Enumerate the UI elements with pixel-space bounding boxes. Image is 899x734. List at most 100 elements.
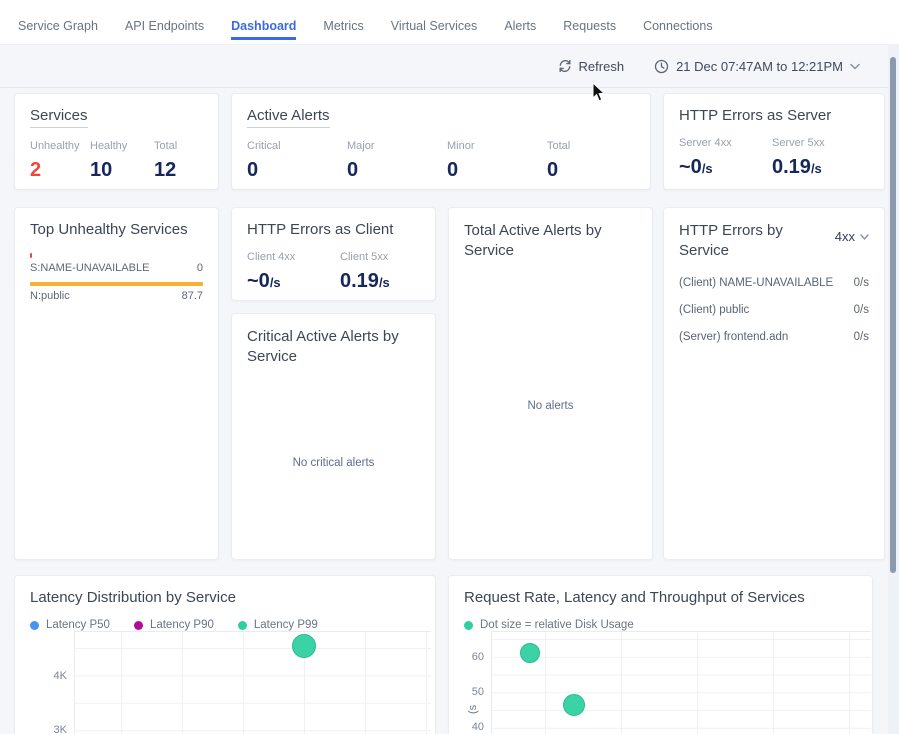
legend-label: Latency P99 <box>254 619 318 631</box>
legend-dot-icon <box>238 621 247 630</box>
legend-label: Latency P90 <box>150 619 214 631</box>
critical-alerts-card: Critical Active Alerts by Service No cri… <box>231 313 436 560</box>
tab-service-graph[interactable]: Service Graph <box>18 0 98 37</box>
total-alerts-card: Total Active Alerts by Service No alerts <box>448 207 653 560</box>
unhealthy-bar-row: N:public 87.7 <box>30 282 203 302</box>
stat-server-5xx: Server 5xx 0.19/s <box>772 137 825 179</box>
stat-server-4xx: Server 4xx ~0/s <box>679 137 772 179</box>
stat-value: 0 <box>547 159 570 182</box>
stat-number: ~0 <box>247 270 270 292</box>
latency-scatter-plot: 4K3K <box>74 631 431 734</box>
y-axis-tick: 50 <box>472 686 484 698</box>
stat-label: Healthy <box>90 140 154 152</box>
tab-alerts[interactable]: Alerts <box>504 0 536 37</box>
y-axis-tick: 3K <box>54 724 67 734</box>
y-axis-tick: 60 <box>472 651 484 663</box>
tab-virtual-services[interactable]: Virtual Services <box>391 0 478 37</box>
stat-unit: /s <box>702 161 713 176</box>
top-unhealthy-card: Top Unhealthy Services S:NAME-UNAVAILABL… <box>14 207 219 560</box>
legend-item[interactable]: Latency P99 <box>238 619 318 631</box>
refresh-button[interactable]: Refresh <box>558 59 625 74</box>
request-rate-chart-card: Request Rate, Latency and Throughput of … <box>448 575 873 734</box>
stat-label: Server 4xx <box>679 137 772 149</box>
stat-value: 0 <box>347 159 447 182</box>
scrollbar-thumb[interactable] <box>890 57 896 573</box>
unhealthy-bar-row: S:NAME-UNAVAILABLE 0 <box>30 253 203 274</box>
services-stats: Unhealthy 2 Healthy 10 Total 12 <box>30 140 203 182</box>
latency-chart-card: Latency Distribution by Service Latency … <box>14 575 436 734</box>
stat-label: Minor <box>447 140 547 152</box>
stat-client-4xx: Client 4xx ~0/s <box>247 251 340 293</box>
toolbar: Refresh 21 Dec 07:47AM to 12:21PM <box>0 45 888 88</box>
legend-dot-icon <box>30 621 39 630</box>
legend-item[interactable]: Dot size = relative Disk Usage <box>464 619 634 631</box>
unhealthy-bar[interactable] <box>30 282 203 286</box>
tab-connections[interactable]: Connections <box>643 0 713 37</box>
empty-state-message: No critical alerts <box>232 457 435 469</box>
stat-number: 0.19 <box>340 270 379 292</box>
refresh-icon <box>558 59 572 73</box>
stat-label: Client 5xx <box>340 251 390 263</box>
error-rate-value: 0/s <box>854 277 869 289</box>
stat-label: Server 5xx <box>772 137 825 149</box>
stat-unit: /s <box>811 161 822 176</box>
tab-metrics[interactable]: Metrics <box>323 0 363 37</box>
card-title: HTTP Errors as Client <box>247 221 393 238</box>
refresh-label: Refresh <box>579 59 625 74</box>
stat-value: 0 <box>247 159 347 182</box>
stat-label: Total <box>154 140 177 152</box>
http-client-stats: Client 4xx ~0/s Client 5xx 0.19/s <box>247 251 420 293</box>
stat-critical: Critical 0 <box>247 140 347 182</box>
error-row: (Server) frontend.adn 0/s <box>679 331 869 343</box>
active-alerts-card: Active Alerts Critical 0 Major 0 Minor 0… <box>231 93 651 190</box>
http-errors-server-card: HTTP Errors as Server Server 4xx ~0/s Se… <box>663 93 885 190</box>
error-service-label: (Client) public <box>679 304 749 316</box>
chevron-down-icon <box>860 234 869 240</box>
error-rate-value: 0/s <box>854 331 869 343</box>
error-type-select[interactable]: 4xx <box>835 229 869 244</box>
legend-item[interactable]: Latency P50 <box>30 619 110 631</box>
chart-title: Latency Distribution by Service <box>30 589 236 606</box>
stat-client-5xx: Client 5xx 0.19/s <box>340 251 390 293</box>
stat-unit: /s <box>379 275 390 290</box>
top-nav: Service Graph API Endpoints Dashboard Me… <box>0 0 899 45</box>
stat-value: 12 <box>154 159 177 182</box>
unhealthy-bar[interactable] <box>30 253 32 258</box>
date-range-label: 21 Dec 07:47AM to 12:21PM <box>676 59 843 74</box>
card-title: Active Alerts <box>247 107 330 128</box>
tab-dashboard[interactable]: Dashboard <box>231 0 296 40</box>
tab-requests[interactable]: Requests <box>563 0 616 37</box>
card-title: HTTP Errors by Service <box>679 221 799 262</box>
stat-value: 0.19/s <box>340 270 390 293</box>
stat-number: ~0 <box>679 156 702 178</box>
stat-label: Total <box>547 140 570 152</box>
stat-unit: /s <box>270 275 281 290</box>
stat-number: 0.19 <box>772 156 811 178</box>
chart-data-point[interactable] <box>563 694 585 716</box>
legend-dot-icon <box>464 621 473 630</box>
card-title: Top Unhealthy Services <box>30 221 188 238</box>
legend-label: Latency P50 <box>46 619 110 631</box>
y-axis-tick: 4K <box>54 670 67 682</box>
stat-label: Unhealthy <box>30 140 90 152</box>
stat-total: Total 0 <box>547 140 570 182</box>
date-range-picker[interactable]: 21 Dec 07:47AM to 12:21PM <box>654 59 860 74</box>
stat-unhealthy: Unhealthy 2 <box>30 140 90 182</box>
bar-label: N:public <box>30 290 70 302</box>
stat-minor: Minor 0 <box>447 140 547 182</box>
stat-value: 0 <box>447 159 547 182</box>
chart-data-point[interactable] <box>520 643 540 663</box>
card-title: Total Active Alerts by Service <box>464 221 634 262</box>
http-errors-client-card: HTTP Errors as Client Client 4xx ~0/s Cl… <box>231 207 436 301</box>
legend-item[interactable]: Latency P90 <box>134 619 214 631</box>
tab-api-endpoints[interactable]: API Endpoints <box>125 0 204 37</box>
chart-data-point[interactable] <box>292 634 316 658</box>
selected-option: 4xx <box>835 229 855 244</box>
card-title: Critical Active Alerts by Service <box>247 327 417 368</box>
stat-total: Total 12 <box>154 140 177 182</box>
stat-value: 10 <box>90 159 154 182</box>
scrollbar-track[interactable] <box>888 45 899 734</box>
http-server-stats: Server 4xx ~0/s Server 5xx 0.19/s <box>679 137 869 179</box>
chart-legend: Dot size = relative Disk Usage <box>464 619 857 631</box>
error-row: (Client) public 0/s <box>679 304 869 316</box>
